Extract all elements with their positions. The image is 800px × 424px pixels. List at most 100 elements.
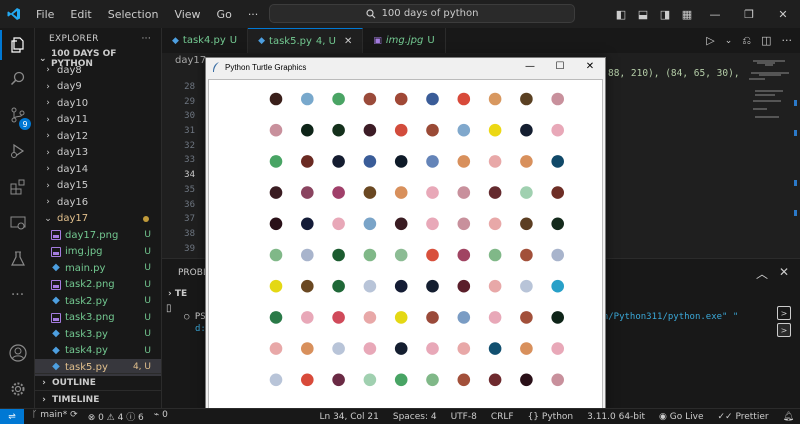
painted-dot (301, 92, 314, 106)
terminal-header[interactable]: › TE (168, 289, 187, 299)
line-endings[interactable]: CRLF (491, 412, 514, 422)
turtle-minimize-button[interactable]: — (515, 58, 545, 76)
explorer-more-icon[interactable]: ··· (142, 34, 151, 44)
menu-item[interactable]: Selection (100, 8, 167, 21)
terminal-tab-icon[interactable]: ▯ (166, 303, 172, 314)
more-actions-icon[interactable]: ··· (782, 34, 793, 47)
branch-name: main* (40, 410, 68, 420)
cursor-position[interactable]: Ln 34, Col 21 (320, 412, 379, 422)
compare-changes-icon[interactable]: ⎌ (742, 34, 751, 48)
run-python-icon[interactable]: ▷ (706, 34, 714, 47)
python-interpreter[interactable]: 3.11.0 64-bit (587, 412, 645, 422)
language-mode[interactable]: {} Python (528, 412, 574, 422)
painted-dot (551, 373, 564, 387)
chevron-right-icon: › (46, 197, 50, 208)
toggle-secondary-sidebar-icon[interactable]: ◨ (654, 8, 676, 21)
toggle-primary-sidebar-icon[interactable]: ◧ (610, 8, 632, 21)
tree-folder[interactable]: › day11 (35, 112, 161, 129)
more-icon[interactable]: ··· (0, 280, 35, 310)
timeline-section[interactable]: › TIMELINE (35, 390, 161, 408)
painted-dot (332, 279, 345, 293)
customize-layout-icon[interactable]: ▦ (676, 8, 698, 21)
tree-file[interactable]: ◆ task3.py U (35, 326, 161, 343)
testing-flask-icon[interactable] (0, 244, 35, 274)
modified-dot-icon (143, 215, 149, 222)
tree-file[interactable]: ◆ task4.py U (35, 343, 161, 360)
tree-folder[interactable]: › day12 (35, 128, 161, 145)
turtle-close-button[interactable]: ✕ (575, 58, 605, 76)
line-number-gutter: 2829303132333435363738394041 (162, 80, 200, 286)
close-icon[interactable]: ✕ (344, 36, 352, 47)
tree-file[interactable]: task3.png U (35, 310, 161, 327)
tree-file[interactable]: ◆ task2.py U (35, 293, 161, 310)
extensions-icon[interactable] (0, 172, 35, 202)
painted-dot (488, 373, 502, 387)
painted-dot (394, 342, 408, 355)
menu-item[interactable]: Edit (62, 8, 99, 21)
search-icon[interactable] (0, 64, 35, 94)
tree-folder[interactable]: › day9 (35, 79, 161, 96)
terminal-instance-active-icon[interactable]: > (777, 323, 791, 337)
turtle-maximize-button[interactable]: ☐ (545, 58, 575, 76)
tree-folder[interactable]: › day13 (35, 145, 161, 162)
painted-dot (269, 248, 283, 262)
restore-button[interactable]: ❐ (732, 8, 766, 21)
settings-gear-icon[interactable] (0, 374, 35, 404)
tree-folder[interactable]: › day14 (35, 161, 161, 178)
source-control-icon[interactable]: 9 (0, 100, 35, 130)
tree-file[interactable]: day17.png U (35, 227, 161, 244)
problems-status[interactable]: ⊗ 0 ⚠ 4 ⓘ 6 (88, 410, 144, 423)
close-window-button[interactable]: ✕ (766, 8, 800, 21)
notifications-bell-icon[interactable]: 🔔︎ (783, 412, 794, 422)
tree-folder[interactable]: › day16 (35, 194, 161, 211)
toggle-panel-icon[interactable]: ⬓ (632, 8, 654, 21)
git-status-badge: 4, U (132, 362, 151, 373)
tree-folder[interactable]: › day10 (35, 95, 161, 112)
indentation[interactable]: Spaces: 4 (393, 412, 437, 422)
remote-indicator-icon[interactable]: ⇌ (0, 408, 24, 424)
minimize-button[interactable]: — (698, 8, 732, 21)
tree-folder[interactable]: › day15 (35, 178, 161, 195)
vscode-logo-icon (0, 0, 28, 28)
chevron-down-icon[interactable]: ⌄ (725, 36, 733, 46)
maximize-panel-icon[interactable]: ︿ (756, 265, 768, 282)
tab-label: task4.py (182, 35, 226, 46)
tree-folder[interactable]: ⌄ day17 (35, 211, 161, 228)
broadcast-icon: ◉ (659, 411, 670, 422)
terminal-instance-icon[interactable]: > (777, 306, 791, 320)
minimap[interactable] (745, 60, 797, 260)
painted-dot (457, 373, 471, 387)
menu-item[interactable]: ··· (240, 8, 267, 21)
tree-file[interactable]: img.jpg U (35, 244, 161, 261)
menu-item[interactable]: File (28, 8, 62, 21)
branch-status[interactable]: ᚴ main* ⟳ (32, 410, 78, 423)
remote-explorer-icon[interactable] (0, 208, 35, 238)
tree-folder[interactable]: › day8 (35, 62, 161, 79)
code-line-fragment[interactable]: 88, 210), (84, 65, 30), (608, 68, 740, 79)
menu-item[interactable]: Go (209, 8, 240, 21)
line-number: 32 (184, 140, 195, 151)
outline-section[interactable]: › OUTLINE (35, 373, 161, 391)
explorer-icon[interactable] (0, 30, 35, 60)
ports-status[interactable]: ⌁ 0 (154, 410, 168, 423)
tree-file[interactable]: ◆ main.py U (35, 260, 161, 277)
breadcrumb[interactable]: day17 (175, 55, 206, 66)
prettier-status[interactable]: ✓✓ Prettier (718, 412, 769, 422)
painted-dot (394, 186, 408, 199)
go-live-button[interactable]: ◉ Go Live (659, 412, 703, 422)
split-editor-icon[interactable]: ◫ (761, 34, 771, 47)
tree-file[interactable]: task2.png U (35, 277, 161, 294)
editor-tab[interactable]: ◆ task5.py 4, U ✕ (248, 28, 364, 53)
editor-tab[interactable]: ◆ task4.py U (162, 28, 249, 53)
account-icon[interactable] (0, 338, 35, 368)
menu-item[interactable]: View (166, 8, 208, 21)
painted-dot (269, 311, 283, 324)
encoding[interactable]: UTF-8 (451, 412, 477, 422)
editor-tab[interactable]: ▣ img.jpg U (363, 28, 446, 53)
command-center[interactable]: 100 days of python (269, 4, 575, 23)
run-debug-icon[interactable] (0, 136, 35, 166)
close-panel-icon[interactable]: ✕ (779, 265, 789, 279)
turtle-canvas[interactable] (208, 79, 603, 411)
painted-dot (457, 311, 471, 324)
terminal-prompt: ○ PS (184, 312, 206, 322)
